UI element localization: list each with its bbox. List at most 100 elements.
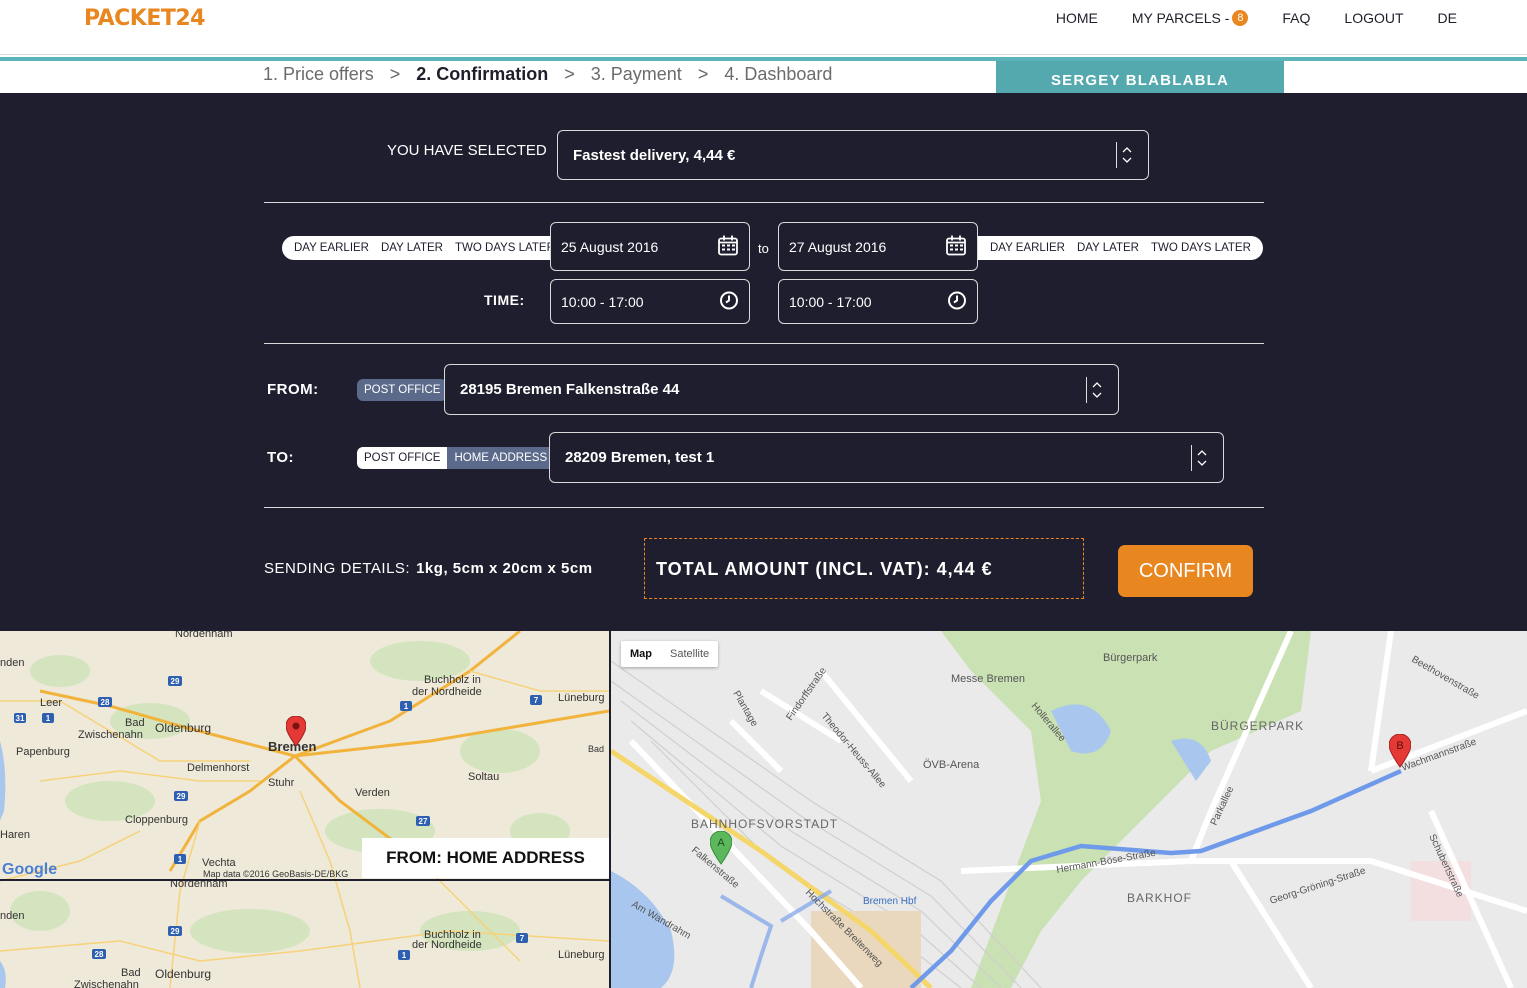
from-post-office-option[interactable]: POST OFFICE	[357, 379, 448, 401]
region-map[interactable]: 29 28 31 1 1 7 29 27 1 Bremen Oldenburg …	[0, 631, 609, 988]
top-navbar: PACKET24 HOME MY PARCELS - 8 FAQ LOGOUT …	[0, 0, 1527, 55]
to-day-earlier-button[interactable]: DAY EARLIER	[984, 242, 1071, 254]
clock-icon[interactable]	[947, 290, 967, 313]
svg-text:Zwischenahn: Zwischenahn	[78, 729, 143, 741]
selected-offer-label: YOU HAVE SELECTED	[387, 142, 547, 159]
step-separator: >	[697, 64, 709, 84]
sending-details-label: SENDING DETAILS:	[264, 560, 411, 577]
svg-text:7: 7	[520, 934, 525, 943]
from-address-select[interactable]: 28195 Bremen Falkenstraße 44	[444, 364, 1119, 415]
to-date-value: 27 August 2016	[789, 238, 887, 255]
svg-text:31: 31	[16, 714, 25, 723]
nav-my-parcels-label: MY PARCELS -	[1131, 10, 1230, 26]
svg-text:Messe Bremen: Messe Bremen	[951, 673, 1025, 685]
to-address-value: 28209 Bremen, test 1	[565, 449, 715, 466]
map-divider	[0, 879, 609, 881]
svg-text:Verden: Verden	[355, 787, 390, 799]
nav-my-parcels[interactable]: MY PARCELS - 8	[1132, 10, 1249, 26]
svg-text:Beethovenstraße: Beethovenstraße	[1410, 654, 1482, 702]
to-address-select[interactable]: 28209 Bremen, test 1	[549, 432, 1224, 483]
from-two-days-later-button[interactable]: TWO DAYS LATER	[449, 242, 561, 254]
to-post-office-option[interactable]: POST OFFICE	[357, 447, 448, 469]
delivery-option-value: Fastest delivery, 4,44 €	[573, 146, 736, 164]
marker-a-label: A	[717, 837, 725, 849]
nav-faq[interactable]: FAQ	[1282, 10, 1310, 26]
step-separator: >	[389, 64, 401, 84]
svg-text:nden: nden	[0, 910, 24, 922]
nav-home[interactable]: HOME	[1056, 10, 1098, 26]
svg-text:BÜRGERPARK: BÜRGERPARK	[1211, 719, 1304, 733]
step-separator: >	[564, 64, 575, 84]
from-address-value: 28195 Bremen Falkenstraße 44	[460, 381, 680, 398]
confirmation-panel: YOU HAVE SELECTED Fastest delivery, 4,44…	[0, 93, 1527, 631]
svg-text:28: 28	[101, 698, 110, 707]
svg-text:Papenburg: Papenburg	[16, 746, 70, 758]
map-view-button[interactable]: Map	[621, 641, 661, 667]
header-accent-line	[0, 57, 1527, 61]
clock-icon[interactable]	[719, 290, 739, 313]
svg-text:Bürgerpark: Bürgerpark	[1103, 652, 1158, 664]
calendar-icon[interactable]	[945, 234, 967, 259]
svg-text:7: 7	[534, 696, 539, 705]
date-range-to-label: to	[758, 241, 769, 256]
svg-text:BAHNHOFSVORSTADT: BAHNHOFSVORSTADT	[691, 817, 838, 831]
confirm-button[interactable]: CONFIRM	[1118, 545, 1253, 597]
logo[interactable]: PACKET24	[84, 6, 205, 31]
to-two-days-later-button[interactable]: TWO DAYS LATER	[1145, 242, 1257, 254]
to-date-field[interactable]: 27 August 2016	[778, 222, 978, 271]
svg-text:Theodor-Heuss-Allee: Theodor-Heuss-Allee	[819, 711, 888, 791]
calendar-icon[interactable]	[717, 234, 739, 259]
to-day-later-button[interactable]: DAY LATER	[1071, 242, 1145, 254]
svg-text:Oldenburg: Oldenburg	[155, 967, 211, 981]
svg-text:Leer: Leer	[40, 697, 62, 709]
svg-text:Nordenham: Nordenham	[175, 631, 232, 640]
from-day-earlier-button[interactable]: DAY EARLIER	[288, 242, 375, 254]
svg-text:nden: nden	[0, 657, 24, 669]
select-arrows-icon	[1191, 444, 1211, 471]
step-confirmation: 2. Confirmation	[416, 64, 549, 84]
route-end-marker-icon[interactable]: B	[1388, 733, 1412, 773]
parcels-count-badge: 8	[1232, 10, 1249, 26]
from-date-shortcuts: DAY EARLIER DAY LATER TWO DAYS LATER	[282, 236, 567, 260]
svg-text:Bad: Bad	[588, 744, 604, 754]
from-date-value: 25 August 2016	[561, 238, 659, 255]
route-start-marker-icon[interactable]: A	[709, 830, 733, 870]
svg-text:der Nordheide: der Nordheide	[412, 939, 482, 951]
route-map[interactable]: Bürgerpark BÜRGERPARK Messe Bremen ÖVB-A…	[611, 631, 1527, 988]
svg-text:Lüneburg: Lüneburg	[558, 949, 605, 961]
from-type-toggle: POST OFFICE	[357, 379, 448, 401]
main-nav: HOME MY PARCELS - 8 FAQ LOGOUT DE	[1022, 10, 1457, 26]
step-price-offers[interactable]: 1. Price offers	[263, 64, 374, 85]
to-time-field[interactable]: 10:00 - 17:00	[778, 279, 978, 324]
svg-text:Soltau: Soltau	[468, 771, 499, 783]
route-map-streets: Bürgerpark BÜRGERPARK Messe Bremen ÖVB-A…	[611, 631, 1527, 988]
step-payment: 3. Payment	[590, 64, 682, 84]
sending-details-value: 1kg, 5cm x 20cm x 5cm	[416, 560, 593, 577]
section-divider	[264, 202, 1264, 203]
map-address-caption: FROM: HOME ADDRESS	[362, 838, 609, 878]
from-label: FROM:	[267, 381, 319, 398]
from-time-field[interactable]: 10:00 - 17:00	[550, 279, 750, 324]
svg-text:Buchholz in: Buchholz in	[424, 674, 481, 686]
to-home-address-option[interactable]: HOME ADDRESS	[447, 447, 555, 469]
svg-text:1: 1	[178, 855, 183, 864]
svg-text:Map data ©2016 GeoBasis-DE/BKG: Map data ©2016 GeoBasis-DE/BKG	[203, 869, 348, 879]
nav-language[interactable]: DE	[1438, 10, 1457, 26]
total-amount-box: TOTAL AMOUNT (INCL. VAT): 4,44 €	[644, 538, 1084, 599]
nav-logout[interactable]: LOGOUT	[1344, 10, 1403, 26]
step-dashboard: 4. Dashboard	[724, 64, 833, 84]
svg-text:29: 29	[171, 927, 180, 936]
from-day-later-button[interactable]: DAY LATER	[375, 242, 449, 254]
satellite-view-button[interactable]: Satellite	[661, 641, 718, 667]
to-date-shortcuts: DAY EARLIER DAY LATER TWO DAYS LATER	[978, 236, 1263, 260]
svg-text:Bad: Bad	[125, 717, 145, 729]
from-date-field[interactable]: 25 August 2016	[550, 222, 750, 271]
svg-text:ÖVB-Arena: ÖVB-Arena	[923, 759, 980, 771]
delivery-option-select[interactable]: Fastest delivery, 4,44 €	[557, 130, 1149, 180]
svg-text:Vechta: Vechta	[202, 857, 237, 869]
svg-text:Lüneburg: Lüneburg	[558, 692, 605, 704]
map-marker-icon[interactable]	[285, 715, 307, 753]
svg-text:29: 29	[177, 792, 186, 801]
svg-text:Google: Google	[2, 861, 57, 878]
map-type-toggle: Map Satellite	[621, 641, 719, 667]
